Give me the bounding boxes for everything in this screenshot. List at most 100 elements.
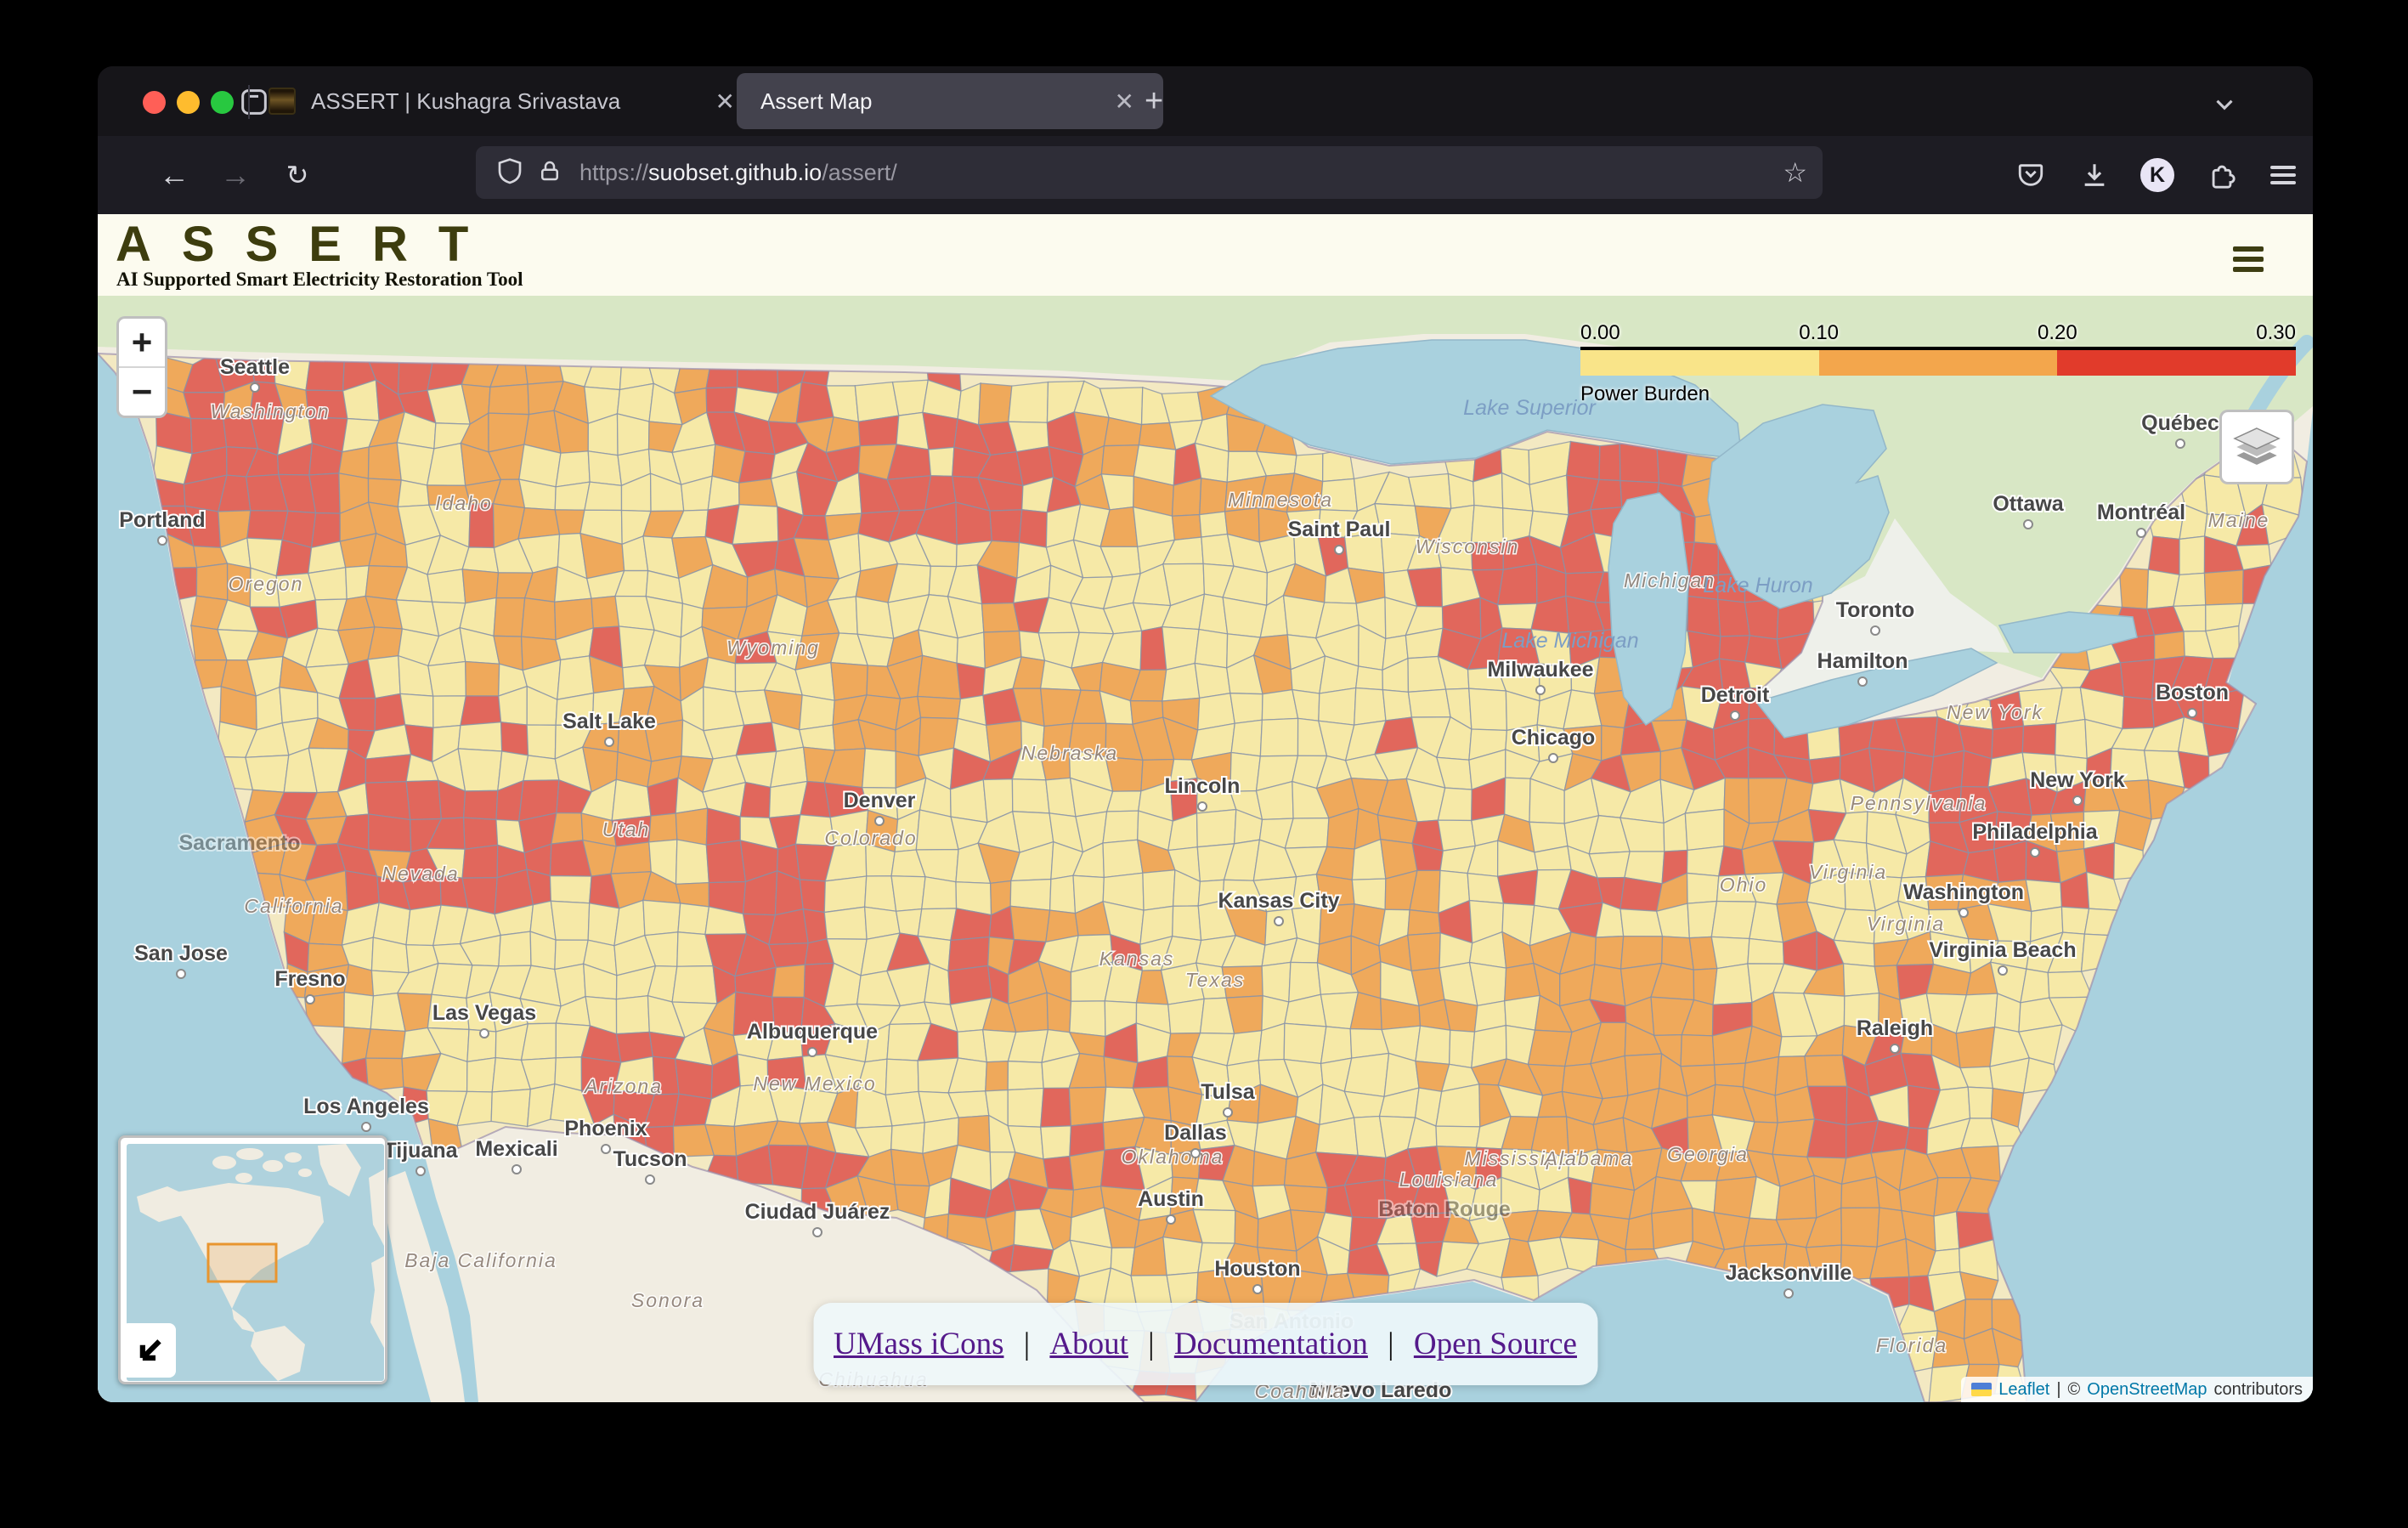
county-cell[interactable] <box>1681 1035 1715 1067</box>
county-cell[interactable] <box>1173 906 1201 941</box>
county-cell[interactable] <box>981 603 1019 632</box>
county-cell[interactable] <box>1685 809 1724 850</box>
county-cell[interactable] <box>1070 1001 1105 1037</box>
county-cell[interactable] <box>1321 1027 1352 1064</box>
county-cell[interactable] <box>1104 1056 1138 1088</box>
county-cell[interactable] <box>2204 570 2243 605</box>
county-cell[interactable] <box>1567 442 1600 480</box>
county-cell[interactable] <box>501 722 529 756</box>
county-cell[interactable] <box>1200 478 1227 515</box>
county-cell[interactable] <box>1262 690 1297 721</box>
county-cell[interactable] <box>800 695 834 730</box>
county-cell[interactable] <box>1687 846 1724 876</box>
county-cell[interactable] <box>2026 880 2061 911</box>
close-tab-icon[interactable]: ✕ <box>1110 88 1139 116</box>
county-cell[interactable] <box>556 451 590 487</box>
county-cell[interactable] <box>1748 938 1784 964</box>
county-cell[interactable] <box>706 388 737 412</box>
county-cell[interactable] <box>1012 779 1049 813</box>
downloads-icon[interactable] <box>2067 136 2122 214</box>
county-cell[interactable] <box>550 876 591 903</box>
county-cell[interactable] <box>1719 846 1745 876</box>
layers-control-button[interactable] <box>2219 410 2294 484</box>
county-cell[interactable] <box>1070 1150 1105 1190</box>
county-cell[interactable] <box>557 656 594 699</box>
county-cell[interactable] <box>196 563 227 600</box>
county-cell[interactable] <box>494 598 525 637</box>
county-cell[interactable] <box>1010 906 1049 942</box>
county-cell[interactable] <box>643 900 681 935</box>
county-cell[interactable] <box>771 747 807 787</box>
county-cell[interactable] <box>518 508 560 539</box>
county-cell[interactable] <box>588 451 621 485</box>
county-cell[interactable] <box>1168 999 1204 1033</box>
county-cell[interactable] <box>1620 909 1663 937</box>
county-cell[interactable] <box>1934 1212 1959 1251</box>
county-cell[interactable] <box>957 632 985 668</box>
county-cell[interactable] <box>1713 964 1752 1005</box>
county-cell[interactable] <box>1929 750 1964 792</box>
county-cell[interactable] <box>1620 878 1662 912</box>
county-cell[interactable] <box>649 813 677 842</box>
new-tab-button[interactable]: + <box>1145 73 1163 129</box>
county-cell[interactable] <box>1528 1030 1572 1066</box>
county-cell[interactable] <box>1195 630 1227 668</box>
county-cell[interactable] <box>616 996 649 1034</box>
county-cell[interactable] <box>522 598 556 640</box>
county-cell[interactable] <box>1408 689 1450 717</box>
county-cell[interactable] <box>1197 810 1236 847</box>
footer-link-open-source[interactable]: Open Source <box>1414 1327 1577 1361</box>
county-cell[interactable] <box>1687 873 1719 903</box>
county-cell[interactable] <box>672 966 717 1004</box>
county-cell[interactable] <box>1416 1026 1450 1064</box>
county-cell[interactable] <box>588 903 619 946</box>
county-cell[interactable] <box>1009 382 1049 423</box>
county-cell[interactable] <box>1260 718 1297 756</box>
county-cell[interactable] <box>769 943 808 968</box>
county-cell[interactable] <box>675 840 709 884</box>
county-cell[interactable] <box>1262 962 1291 1002</box>
county-cell[interactable] <box>280 688 318 723</box>
county-cell[interactable] <box>427 569 466 603</box>
county-cell[interactable] <box>1408 910 1440 936</box>
county-cell[interactable] <box>1050 875 1076 913</box>
county-cell[interactable] <box>1284 1023 1326 1063</box>
county-cell[interactable] <box>458 722 501 751</box>
county-cell[interactable] <box>369 814 411 852</box>
county-cell[interactable] <box>772 965 805 997</box>
county-cell[interactable] <box>368 443 401 480</box>
county-cell[interactable] <box>740 783 770 818</box>
county-cell[interactable] <box>428 661 466 696</box>
county-cell[interactable] <box>678 903 709 935</box>
openstreetmap-link[interactable]: OpenStreetMap <box>2087 1380 2207 1400</box>
county-cell[interactable] <box>918 908 956 941</box>
county-cell[interactable] <box>1687 596 1721 636</box>
county-cell[interactable] <box>1231 720 1262 756</box>
county-cell[interactable] <box>675 1059 713 1099</box>
county-cell[interactable] <box>896 909 922 937</box>
bookmark-star-icon[interactable]: ☆ <box>1783 146 1807 199</box>
county-cell[interactable] <box>555 510 585 535</box>
close-window-button[interactable] <box>143 91 166 114</box>
county-cell[interactable] <box>466 661 500 695</box>
county-cell[interactable] <box>527 725 556 759</box>
county-cell[interactable] <box>706 840 745 883</box>
county-cell[interactable] <box>1652 1208 1693 1249</box>
county-cell[interactable] <box>366 1029 405 1059</box>
county-cell[interactable] <box>491 1089 530 1127</box>
county-cell[interactable] <box>1807 1119 1846 1158</box>
forward-button[interactable]: → <box>208 136 263 214</box>
county-cell[interactable] <box>929 447 954 476</box>
county-cell[interactable] <box>1008 1089 1043 1128</box>
county-cell[interactable] <box>432 964 472 999</box>
county-cell[interactable] <box>462 547 498 573</box>
county-cell[interactable] <box>1968 1087 1993 1118</box>
county-cell[interactable] <box>499 931 531 966</box>
county-cell[interactable] <box>922 877 957 909</box>
county-cell[interactable] <box>885 1091 924 1126</box>
county-cell[interactable] <box>739 451 775 483</box>
zoom-out-button[interactable]: − <box>119 368 165 416</box>
reload-button[interactable]: ↻ <box>270 136 325 214</box>
county-cell[interactable] <box>1408 933 1440 971</box>
county-cell[interactable] <box>1041 1088 1071 1127</box>
